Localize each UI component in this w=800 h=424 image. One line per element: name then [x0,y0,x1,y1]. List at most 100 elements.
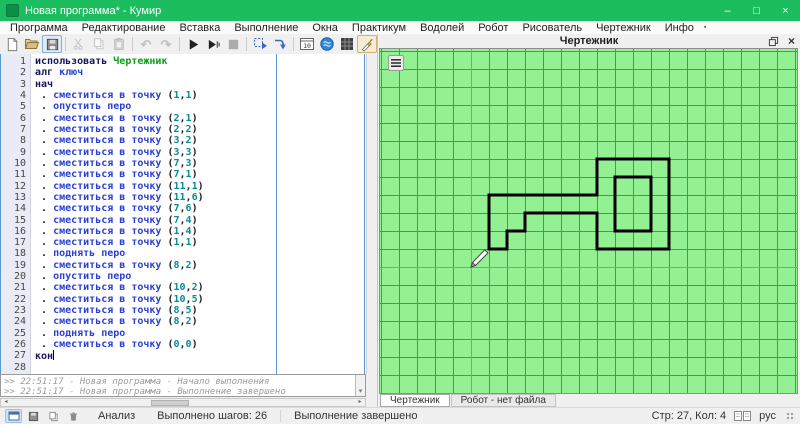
line-number: 19 [13,259,26,271]
run-to-end-button[interactable] [203,35,223,53]
window-controls: – □ × [713,0,800,21]
horizontal-scrollbar[interactable]: ◂ ▸ [0,398,366,407]
menu-item[interactable]: Инфо [658,22,701,34]
step-into-button[interactable] [270,35,290,53]
minimize-button[interactable]: – [713,0,742,21]
line-number: 15 [13,214,26,226]
undock-icon[interactable] [768,36,779,47]
drawing-field[interactable] [379,48,798,394]
show-variables-button[interactable]: 10 [297,35,317,53]
toolbar: ↶ ↷ 10 ▾ [0,34,429,54]
toolbar-separator [179,37,180,51]
code-line[interactable]: 10 . сместиться в точку (7,3) [1,158,364,169]
panel-close-icon[interactable]: × [788,35,795,47]
menu-item[interactable]: Робот [471,22,515,34]
code-line[interactable]: 18 . поднять перо [1,248,364,259]
code-editor[interactable]: 1 использовать Чертежник 2 алг ключ 3 нач 4 . … [0,54,377,374]
menu-item[interactable]: Водолей [413,22,471,34]
run-button[interactable] [183,35,203,53]
keyboard-layout-icon[interactable] [734,411,752,421]
code-line[interactable]: 13 . сместиться в точку (11,6) [1,192,364,203]
code-line[interactable]: 4 . сместиться в точку (1,1) [1,90,364,101]
risovatel-window-button[interactable] [357,35,377,53]
code-line[interactable]: 20 . опустить перо [1,271,364,282]
code-line[interactable]: 27 кон [1,349,364,362]
keyboard-language[interactable]: рус [759,410,776,422]
code-line[interactable]: 1 использовать Чертежник [1,56,364,67]
code-line[interactable]: 11 . сместиться в точку (7,1) [1,169,364,180]
show-console-button[interactable] [5,409,22,423]
code-line[interactable]: 25 . поднять перо [1,328,364,339]
toolbar-separator [246,37,247,51]
code-line[interactable]: 16 . сместиться в точку (1,4) [1,226,364,237]
resize-grip[interactable] [786,411,795,421]
field-menu-button[interactable] [388,55,404,71]
robot-field-window-button[interactable] [337,35,357,53]
line-number: 27 [13,350,26,362]
copy-console-button[interactable] [45,409,62,423]
line-number: 14 [13,203,26,215]
editor-vertical-scrollbar[interactable] [366,54,377,374]
menu-overflow-icon[interactable]: ▪ [701,24,709,31]
code-line[interactable]: 9 . сместиться в точку (3,3) [1,147,364,158]
clear-console-button[interactable] [65,409,82,423]
code-line[interactable]: 6 . сместиться в точку (2,1) [1,113,364,124]
code-line[interactable]: 7 . сместиться в точку (2,2) [1,124,364,135]
console-vertical-scrollbar[interactable]: ▾ [355,375,365,396]
scrollbar-thumb[interactable] [151,400,189,406]
code-line[interactable]: 8 . сместиться в точку (3,2) [1,135,364,146]
menu-item[interactable]: Вставка [172,22,227,34]
menu-item[interactable]: Практикум [345,22,413,34]
new-file-button[interactable] [2,35,22,53]
hamburger-icon [391,59,401,67]
redo-button[interactable]: ↷ [156,35,176,53]
paste-button[interactable] [109,35,129,53]
close-button[interactable]: × [771,0,800,21]
menu-item[interactable]: Выполнение [227,22,305,34]
maximize-button[interactable]: □ [742,0,771,21]
console-output[interactable]: >> 22:51:17 - Новая программа - Начало в… [0,374,366,397]
code-line[interactable]: 14 . сместиться в точку (7,6) [1,203,364,214]
menu-bar: Программа Редактирование Вставка Выполнение… [0,21,800,34]
code-line[interactable]: 23 . сместиться в точку (8,5) [1,305,364,316]
trash-icon [70,411,77,421]
code-line[interactable]: 5 . опустить перо [1,101,364,112]
vodoley-window-button[interactable] [317,35,337,53]
open-file-button[interactable] [22,35,42,53]
scroll-right-icon[interactable]: ▸ [355,399,365,406]
menu-item[interactable]: Чертежник [589,22,658,34]
save-file-button[interactable] [42,35,62,53]
code-line[interactable]: 21 . сместиться в точку (10,2) [1,282,364,293]
line-number: 23 [13,305,26,317]
code-line[interactable]: 12 . сместиться в точку (11,1) [1,180,364,192]
save-console-button[interactable] [25,409,42,423]
scroll-left-icon[interactable]: ◂ [1,399,11,406]
tab-robot[interactable]: Робот - нет файла [450,394,556,407]
code-line[interactable]: 26 . сместиться в точку (0,0) [1,339,364,350]
code-line[interactable]: 22 . сместиться в точку (10,5) [1,294,364,305]
code-line[interactable]: 28 [1,361,364,373]
stop-button[interactable] [223,35,243,53]
console-line: >> 22:51:17 - Новая программа - Начало в… [4,377,270,387]
tab-chertezhnik[interactable]: Чертежник [380,394,450,407]
line-number: 10 [13,157,26,169]
menu-item[interactable]: Редактирование [75,22,173,34]
status-separator [280,410,282,422]
toolbar-separator [65,37,66,51]
panel-title-bar[interactable]: Чертежник × [378,34,800,48]
menu-item[interactable]: Программа [3,22,75,34]
code-line[interactable]: 3 нач [1,79,364,90]
menu-item[interactable]: Рисователь [515,22,589,34]
cut-button[interactable] [69,35,89,53]
menu-item[interactable]: Окна [305,22,345,34]
undo-button[interactable]: ↶ [136,35,156,53]
code-line[interactable]: 17 . сместиться в точку (1,1) [1,237,364,248]
code-line[interactable]: 19 . сместиться в точку (8,2) [1,260,364,271]
line-number: 24 [13,316,26,328]
step-over-button[interactable] [250,35,270,53]
copy-button[interactable] [89,35,109,53]
vars-label: 10 [303,42,311,50]
code-line[interactable]: 2 алг ключ [1,67,364,78]
code-line[interactable]: 15 . сместиться в точку (7,4) [1,214,364,226]
code-line[interactable]: 24 . сместиться в точку (8,2) [1,316,364,327]
